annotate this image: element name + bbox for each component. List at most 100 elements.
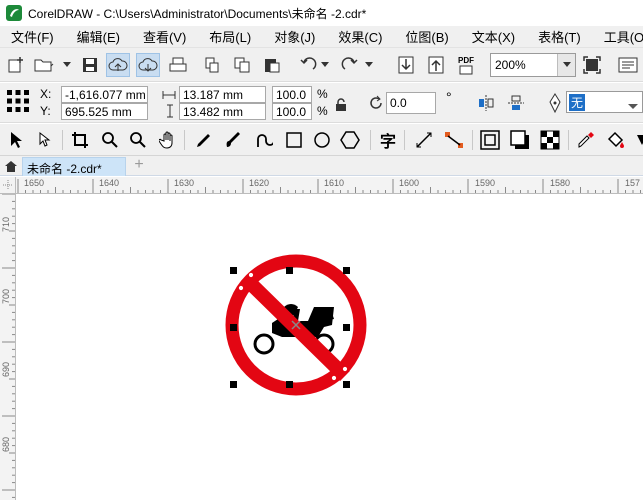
cut-icon[interactable]	[200, 53, 224, 77]
crop-tool-icon[interactable]	[68, 128, 92, 152]
mirror-horizontal-icon[interactable]	[476, 93, 496, 116]
horizontal-ruler[interactable]: 1650 1640 1630 1620 1610 1600 1590 1580 …	[16, 177, 643, 194]
selection-handle-right[interactable]	[343, 324, 350, 331]
ruler-h-label: 1590	[475, 178, 496, 188]
add-tab-button[interactable]: +	[131, 157, 147, 174]
zoom-out-tool-icon[interactable]	[126, 128, 150, 152]
zoom-dropdown-icon[interactable]	[557, 54, 575, 76]
node-handle[interactable]	[247, 271, 255, 279]
drawing-canvas[interactable]	[17, 195, 643, 500]
outline-pen-icon	[548, 93, 562, 116]
pan-tool-icon[interactable]	[156, 128, 180, 152]
contour-tool-icon[interactable]	[478, 128, 502, 152]
pdf-label: PDF	[458, 55, 474, 65]
rectangle-tool-icon[interactable]	[282, 128, 306, 152]
menu-view[interactable]: 查看(V)	[132, 27, 198, 46]
menu-bitmaps[interactable]: 位图(B)	[394, 27, 460, 46]
selection-handle-bottom[interactable]	[286, 381, 293, 388]
undo-icon[interactable]	[296, 53, 320, 77]
paste-icon[interactable]	[260, 53, 284, 77]
eyedropper-tool-icon[interactable]	[574, 128, 598, 152]
text-tool-icon[interactable]: 字	[376, 128, 400, 152]
freehand-tool-icon[interactable]	[192, 128, 216, 152]
application-launcher-icon[interactable]	[616, 53, 640, 77]
full-screen-icon[interactable]	[580, 53, 604, 77]
print-icon[interactable]	[166, 53, 190, 77]
outline-width-value: 无	[569, 94, 586, 111]
ruler-origin[interactable]	[0, 177, 16, 194]
outline-dropdown-icon[interactable]	[628, 99, 638, 113]
ruler-h-label: 1600	[399, 178, 420, 188]
ruler-h-label: 1650	[24, 178, 45, 188]
open-folder-icon[interactable]	[32, 53, 56, 77]
prohibition-slash	[241, 274, 350, 381]
scale-x-input[interactable]: 100.0	[272, 86, 312, 103]
redo-dropdown-icon[interactable]	[362, 53, 376, 77]
home-icon[interactable]	[2, 158, 20, 175]
degree-symbol: °	[446, 89, 452, 105]
redo-icon[interactable]	[338, 53, 362, 77]
toolbox: 字	[0, 124, 643, 156]
smart-fill-tool-icon[interactable]	[630, 128, 643, 152]
x-position-input[interactable]: -1,616.077 mm	[61, 86, 148, 103]
ellipse-tool-icon[interactable]	[310, 128, 334, 152]
cloud-download-icon[interactable]	[136, 53, 160, 77]
selection-handle-top-right[interactable]	[343, 267, 350, 274]
node-handle[interactable]	[237, 284, 245, 292]
open-dropdown-icon[interactable]	[60, 53, 74, 77]
reference-point-icon[interactable]	[6, 89, 30, 116]
polygon-tool-icon[interactable]	[338, 128, 362, 152]
drop-shadow-tool-icon[interactable]	[508, 128, 532, 152]
import-icon[interactable]	[394, 53, 418, 77]
scale-y-input[interactable]: 100.0	[272, 103, 312, 120]
menu-table[interactable]: 表格(T)	[527, 27, 593, 46]
height-input[interactable]: 13.482 mm	[179, 103, 266, 120]
connector-tool-icon[interactable]	[442, 128, 466, 152]
copy-icon[interactable]	[230, 53, 254, 77]
pick-tool-icon[interactable]	[4, 128, 28, 152]
rotation-angle-input[interactable]: 0.0	[386, 92, 436, 114]
artistic-media-tool-icon[interactable]	[222, 128, 246, 152]
lock-ratio-icon[interactable]	[335, 98, 347, 115]
node-handle[interactable]	[341, 365, 349, 373]
selection-handle-bottom-right[interactable]	[343, 381, 350, 388]
transparency-tool-icon[interactable]	[538, 128, 562, 152]
toolbox-separator	[568, 130, 569, 150]
menu-effects[interactable]: 效果(C)	[327, 27, 394, 46]
width-input[interactable]: 13.187 mm	[179, 86, 266, 103]
mirror-vertical-icon[interactable]	[506, 93, 526, 116]
menu-text[interactable]: 文本(X)	[461, 27, 527, 46]
menu-layout[interactable]: 布局(L)	[198, 27, 263, 46]
selection-handle-top[interactable]	[286, 267, 293, 274]
title-bar: CorelDRAW - C:\Users\Administrator\Docum…	[0, 0, 643, 26]
menu-file[interactable]: 文件(F)	[0, 27, 66, 46]
zoom-tool-icon[interactable]	[98, 128, 122, 152]
cloud-upload-icon[interactable]	[106, 53, 130, 77]
save-icon[interactable]	[78, 53, 102, 77]
selection-handle-top-left[interactable]	[230, 267, 237, 274]
tab-document[interactable]: 未命名 -2.cdr*	[22, 157, 126, 176]
interactive-fill-tool-icon[interactable]	[604, 128, 628, 152]
new-document-icon[interactable]	[4, 53, 28, 77]
height-icon	[166, 104, 174, 121]
ruler-h-label: 1640	[99, 178, 120, 188]
bezier-tool-icon[interactable]	[252, 128, 276, 152]
y-position-input[interactable]: 695.525 mm	[61, 103, 148, 120]
dimension-tool-icon[interactable]	[412, 128, 436, 152]
menu-edit[interactable]: 编辑(E)	[66, 27, 132, 46]
node-handle[interactable]	[330, 374, 338, 382]
ruler-v-label: 700	[1, 288, 11, 304]
menu-tools[interactable]: 工具(O)	[593, 27, 643, 46]
selection-handle-left[interactable]	[230, 324, 237, 331]
shape-tool-icon[interactable]	[34, 128, 58, 152]
menu-object[interactable]: 对象(J)	[263, 27, 327, 46]
menu-bar: 文件(F) 编辑(E) 查看(V) 布局(L) 对象(J) 效果(C) 位图(B…	[0, 26, 643, 48]
width-icon	[162, 89, 176, 103]
x-label: X:	[40, 87, 52, 101]
export-icon[interactable]	[424, 53, 448, 77]
undo-dropdown-icon[interactable]	[318, 53, 332, 77]
publish-pdf-icon[interactable]: PDF	[454, 53, 478, 77]
scale-y-percent: %	[317, 104, 328, 118]
selection-handle-bottom-left[interactable]	[230, 381, 237, 388]
vertical-ruler[interactable]: 710 700 690 680	[0, 194, 16, 500]
